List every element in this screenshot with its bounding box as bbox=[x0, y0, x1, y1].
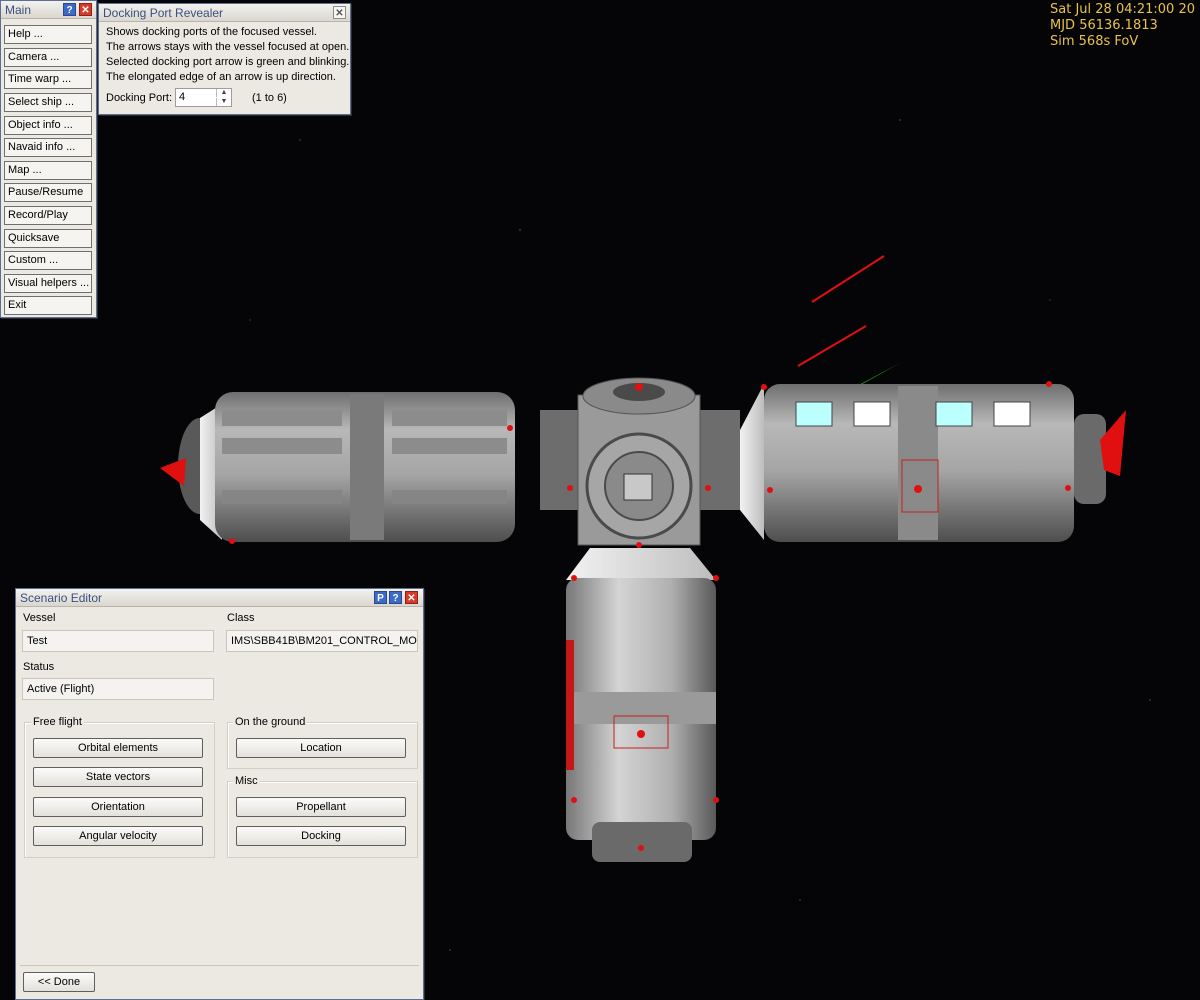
orbital-elements-button[interactable]: Orbital elements bbox=[33, 738, 203, 758]
port-range-text: (1 to 6) bbox=[252, 92, 287, 104]
class-field[interactable]: IMS\SBB41B\BM201_CONTROL_MOD bbox=[226, 630, 418, 652]
help-icon[interactable]: ? bbox=[389, 591, 402, 604]
time-warp-button[interactable]: Time warp ... bbox=[4, 70, 92, 89]
hud-mjd: MJD 56136.1813 bbox=[1050, 18, 1158, 33]
pin-icon[interactable]: P bbox=[374, 591, 387, 604]
camera-button[interactable]: Camera ... bbox=[4, 48, 92, 67]
docking-title: Docking Port Revealer bbox=[103, 6, 224, 20]
vessel-label: Vessel bbox=[23, 612, 56, 624]
right-module bbox=[740, 381, 1126, 542]
docking-titlebar[interactable]: Docking Port Revealer bbox=[99, 4, 350, 22]
done-button[interactable]: << Done bbox=[23, 972, 95, 992]
vessel-field[interactable]: Test bbox=[22, 630, 214, 652]
angular-velocity-button[interactable]: Angular velocity bbox=[33, 826, 203, 846]
scenario-titlebar[interactable]: Scenario Editor bbox=[16, 589, 423, 607]
footer-separator bbox=[20, 965, 419, 966]
main-title: Main bbox=[5, 3, 32, 17]
map-button[interactable]: Map ... bbox=[4, 161, 92, 180]
scenario-title: Scenario Editor bbox=[20, 591, 103, 605]
status-label: Status bbox=[23, 661, 55, 673]
hud-readout: Sat Jul 28 04:21:00 20 MJD 56136.1813 Si… bbox=[1048, 2, 1200, 50]
pause-resume-button[interactable]: Pause/Resume bbox=[4, 183, 92, 202]
docking-port-spinner[interactable]: 4 ▲ ▼ bbox=[175, 88, 232, 107]
close-icon[interactable]: ✕ bbox=[333, 6, 346, 19]
close-icon[interactable]: ✕ bbox=[79, 3, 92, 16]
info-line-2: The arrows stays with the vessel focused… bbox=[106, 41, 350, 53]
spin-down-icon[interactable]: ▼ bbox=[216, 98, 231, 106]
close-icon[interactable]: ✕ bbox=[405, 591, 418, 604]
quicksave-button[interactable]: Quicksave bbox=[4, 229, 92, 248]
info-line-1: Shows docking ports of the focused vesse… bbox=[106, 26, 317, 38]
info-line-4: The elongated edge of an arrow is up dir… bbox=[106, 71, 336, 83]
exit-button[interactable]: Exit bbox=[4, 296, 92, 315]
docking-port-window: Docking Port Revealer ✕ Shows docking po… bbox=[98, 3, 351, 115]
visual-helpers-button[interactable]: Visual helpers ... bbox=[4, 274, 92, 293]
spin-up-icon[interactable]: ▲ bbox=[216, 89, 231, 97]
navaid-info-button[interactable]: Navaid info ... bbox=[4, 138, 92, 157]
scenario-editor-window: Scenario Editor P ? ✕ Vessel Test Class … bbox=[15, 588, 424, 1000]
orientation-button[interactable]: Orientation bbox=[33, 797, 203, 817]
hud-sim-time: Sim 568s FoV bbox=[1050, 34, 1139, 49]
misc-group bbox=[227, 781, 418, 858]
help-icon[interactable]: ? bbox=[63, 3, 76, 16]
status-field: Active (Flight) bbox=[22, 678, 214, 700]
class-label: Class bbox=[227, 612, 255, 624]
record-play-button[interactable]: Record/Play bbox=[4, 206, 92, 225]
lower-module bbox=[566, 548, 719, 862]
on-ground-label: On the ground bbox=[233, 716, 308, 728]
misc-label: Misc bbox=[233, 775, 260, 787]
docking-port-value[interactable]: 4 bbox=[179, 91, 185, 103]
hud-date: Sat Jul 28 04:21:00 20 bbox=[1050, 2, 1195, 17]
help-button[interactable]: Help ... bbox=[4, 25, 92, 44]
select-ship-button[interactable]: Select ship ... bbox=[4, 93, 92, 112]
location-button[interactable]: Location bbox=[236, 738, 406, 758]
state-vectors-button[interactable]: State vectors bbox=[33, 767, 203, 787]
propellant-button[interactable]: Propellant bbox=[236, 797, 406, 817]
left-module bbox=[160, 392, 515, 544]
info-line-3: Selected docking port arrow is green and… bbox=[106, 56, 350, 68]
free-flight-label: Free flight bbox=[31, 716, 84, 728]
docking-button[interactable]: Docking bbox=[236, 826, 406, 846]
docking-port-label: Docking Port: bbox=[106, 92, 173, 104]
central-node bbox=[540, 377, 740, 548]
main-window: Main ? ✕ Help ... Camera ... Time warp .… bbox=[0, 0, 97, 318]
object-info-button[interactable]: Object info ... bbox=[4, 116, 92, 135]
custom-button[interactable]: Custom ... bbox=[4, 251, 92, 270]
